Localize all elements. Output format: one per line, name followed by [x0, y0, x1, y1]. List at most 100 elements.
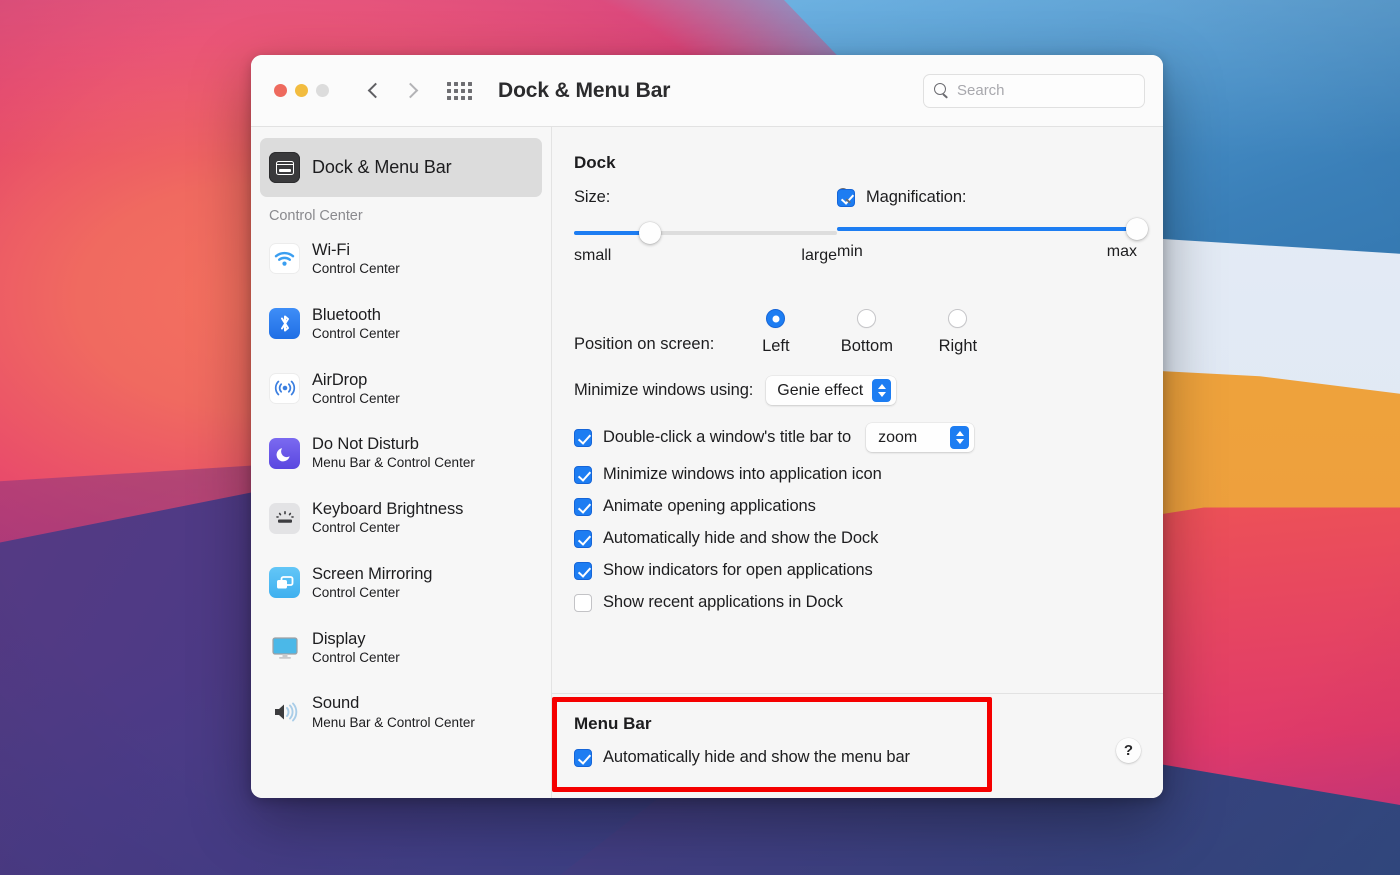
dock-magnification-slider-knob[interactable] [1126, 218, 1148, 240]
dock-position-radio-group: Left Bottom Right [730, 309, 1003, 356]
forward-chevron-icon[interactable] [403, 81, 418, 101]
dock-position-control: Position on screen: Left Bottom [574, 309, 1137, 356]
radio-option-bottom[interactable]: Bottom [821, 309, 912, 356]
animate-opening-checkbox[interactable] [574, 498, 592, 516]
sidebar-item-airdrop[interactable]: AirDrop Control Center [260, 363, 542, 415]
checkbox-row-auto-hide-menu-bar[interactable]: Automatically hide and show the menu bar [574, 748, 1137, 767]
sidebar-group-header: Control Center [260, 199, 542, 231]
dock-size-min-label: small [574, 247, 611, 265]
magnification-checkbox-row[interactable]: Magnification: [837, 188, 1137, 207]
sidebar-item-label: AirDrop [312, 371, 400, 390]
chevron-updown-icon[interactable] [872, 379, 891, 402]
desktop-wallpaper: Dock & Menu Bar Dock & Menu Bar Control … [0, 0, 1400, 875]
checkbox-row-auto-hide-dock[interactable]: Automatically hide and show the Dock [574, 529, 1137, 548]
dock-magnification-slider-fill [837, 227, 1137, 231]
sidebar-item-dock-menu-bar[interactable]: Dock & Menu Bar [260, 138, 542, 197]
airdrop-icon [269, 373, 300, 404]
double-click-action-popup[interactable]: zoom [866, 423, 974, 452]
double-click-row: Double-click a window's title bar to zoo… [574, 423, 1137, 452]
double-click-label: Double-click a window's title bar to [603, 428, 851, 447]
dock-settings-pane: Dock Size: small large [552, 127, 1163, 693]
system-preferences-window: Dock & Menu Bar Dock & Menu Bar Control … [251, 55, 1163, 798]
checkbox-label: Show recent applications in Dock [603, 593, 843, 612]
back-chevron-icon[interactable] [367, 81, 382, 101]
dock-sliders-row: Size: small large [574, 188, 1137, 303]
radio-option-left[interactable]: Left [730, 309, 821, 356]
minimize-button-icon[interactable] [295, 84, 308, 97]
sidebar-item-label: Bluetooth [312, 306, 400, 325]
menu-bar-settings-pane: Menu Bar Automatically hide and show the… [552, 693, 1163, 798]
minimize-effect-label: Minimize windows using: [574, 381, 753, 400]
dock-size-endpoints: small large [574, 247, 837, 265]
radio-right-label: Right [939, 337, 978, 356]
checkbox-row-show-indicators[interactable]: Show indicators for open applications [574, 561, 1137, 580]
sidebar-item-sublabel: Control Center [312, 650, 400, 666]
double-click-action-value: zoom [878, 429, 917, 447]
chevron-updown-icon[interactable] [950, 426, 969, 449]
keyboard-brightness-icon [269, 503, 300, 534]
sidebar-item-bluetooth[interactable]: Bluetooth Control Center [260, 298, 542, 350]
show-indicators-checkbox[interactable] [574, 562, 592, 580]
wifi-icon [269, 243, 300, 274]
sidebar-item-screen-mirroring[interactable]: Screen Mirroring Control Center [260, 557, 542, 609]
window-titlebar: Dock & Menu Bar [251, 55, 1163, 127]
radio-bottom-icon[interactable] [857, 309, 876, 328]
dock-size-slider-knob[interactable] [639, 222, 661, 244]
dock-section-title: Dock [574, 153, 1137, 173]
checkbox-row-show-recent-apps[interactable]: Show recent applications in Dock [574, 593, 1137, 612]
navigation-buttons [367, 81, 418, 101]
sidebar-item-sound[interactable]: Sound Menu Bar & Control Center [260, 686, 542, 738]
sidebar-item-label: Sound [312, 694, 475, 713]
dock-size-slider[interactable] [574, 231, 837, 235]
sidebar-item-sublabel: Control Center [312, 585, 432, 601]
sidebar-item-wifi[interactable]: Wi-Fi Control Center [260, 233, 542, 285]
dock-menu-bar-icon [269, 152, 300, 183]
radio-left-icon[interactable] [766, 309, 785, 328]
show-all-grid-icon[interactable] [447, 82, 472, 100]
zoom-button-icon[interactable] [316, 84, 329, 97]
search-input[interactable] [957, 82, 1134, 99]
auto-hide-menu-bar-checkbox[interactable] [574, 749, 592, 767]
sidebar-item-label: Wi-Fi [312, 241, 400, 260]
sidebar-item-do-not-disturb[interactable]: Do Not Disturb Menu Bar & Control Center [260, 427, 542, 479]
sidebar-item-label: Dock & Menu Bar [312, 157, 452, 178]
sidebar-control-center-group: Wi-Fi Control Center Bluetooth Contr [260, 231, 542, 738]
radio-right-icon[interactable] [948, 309, 967, 328]
dock-position-label: Position on screen: [574, 309, 714, 354]
dock-size-max-label: large [801, 247, 837, 265]
dock-size-control: Size: small large [574, 188, 837, 303]
auto-hide-dock-checkbox[interactable] [574, 530, 592, 548]
sidebar: Dock & Menu Bar Control Center [251, 127, 552, 798]
checkbox-row-animate-opening[interactable]: Animate opening applications [574, 497, 1137, 516]
checkbox-row-minimize-into-icon[interactable]: Minimize windows into application icon [574, 465, 1137, 484]
minimize-effect-value: Genie effect [777, 382, 863, 400]
sidebar-item-sublabel: Menu Bar & Control Center [312, 715, 475, 731]
window-body: Dock & Menu Bar Control Center [251, 127, 1163, 798]
magnification-label: Magnification: [866, 188, 966, 207]
checkbox-label: Automatically hide and show the Dock [603, 529, 878, 548]
dock-checkbox-list: Minimize windows into application icon A… [574, 465, 1137, 612]
dock-magnification-slider[interactable] [837, 227, 1137, 231]
page-title: Dock & Menu Bar [498, 79, 670, 103]
radio-option-right[interactable]: Right [912, 309, 1003, 356]
dock-size-label: Size: [574, 188, 837, 207]
display-icon [269, 632, 300, 663]
dock-magnification-endpoints: min max [837, 243, 1137, 261]
minimize-effect-row: Minimize windows using: Genie effect [574, 376, 1137, 405]
help-button[interactable]: ? [1116, 738, 1141, 763]
moon-icon [269, 438, 300, 469]
sidebar-item-label: Display [312, 630, 400, 649]
minimize-into-icon-checkbox[interactable] [574, 466, 592, 484]
search-field[interactable] [923, 74, 1145, 108]
screen-mirroring-icon [269, 567, 300, 598]
show-recent-apps-checkbox[interactable] [574, 594, 592, 612]
radio-left-label: Left [762, 337, 790, 356]
sidebar-item-keyboard-brightness[interactable]: Keyboard Brightness Control Center [260, 492, 542, 544]
menu-bar-section-title: Menu Bar [574, 714, 1137, 734]
minimize-effect-popup[interactable]: Genie effect [766, 376, 896, 405]
magnification-checkbox[interactable] [837, 189, 855, 207]
sidebar-item-display[interactable]: Display Control Center [260, 622, 542, 674]
close-button-icon[interactable] [274, 84, 287, 97]
checkbox-label: Animate opening applications [603, 497, 816, 516]
double-click-checkbox[interactable] [574, 429, 592, 447]
